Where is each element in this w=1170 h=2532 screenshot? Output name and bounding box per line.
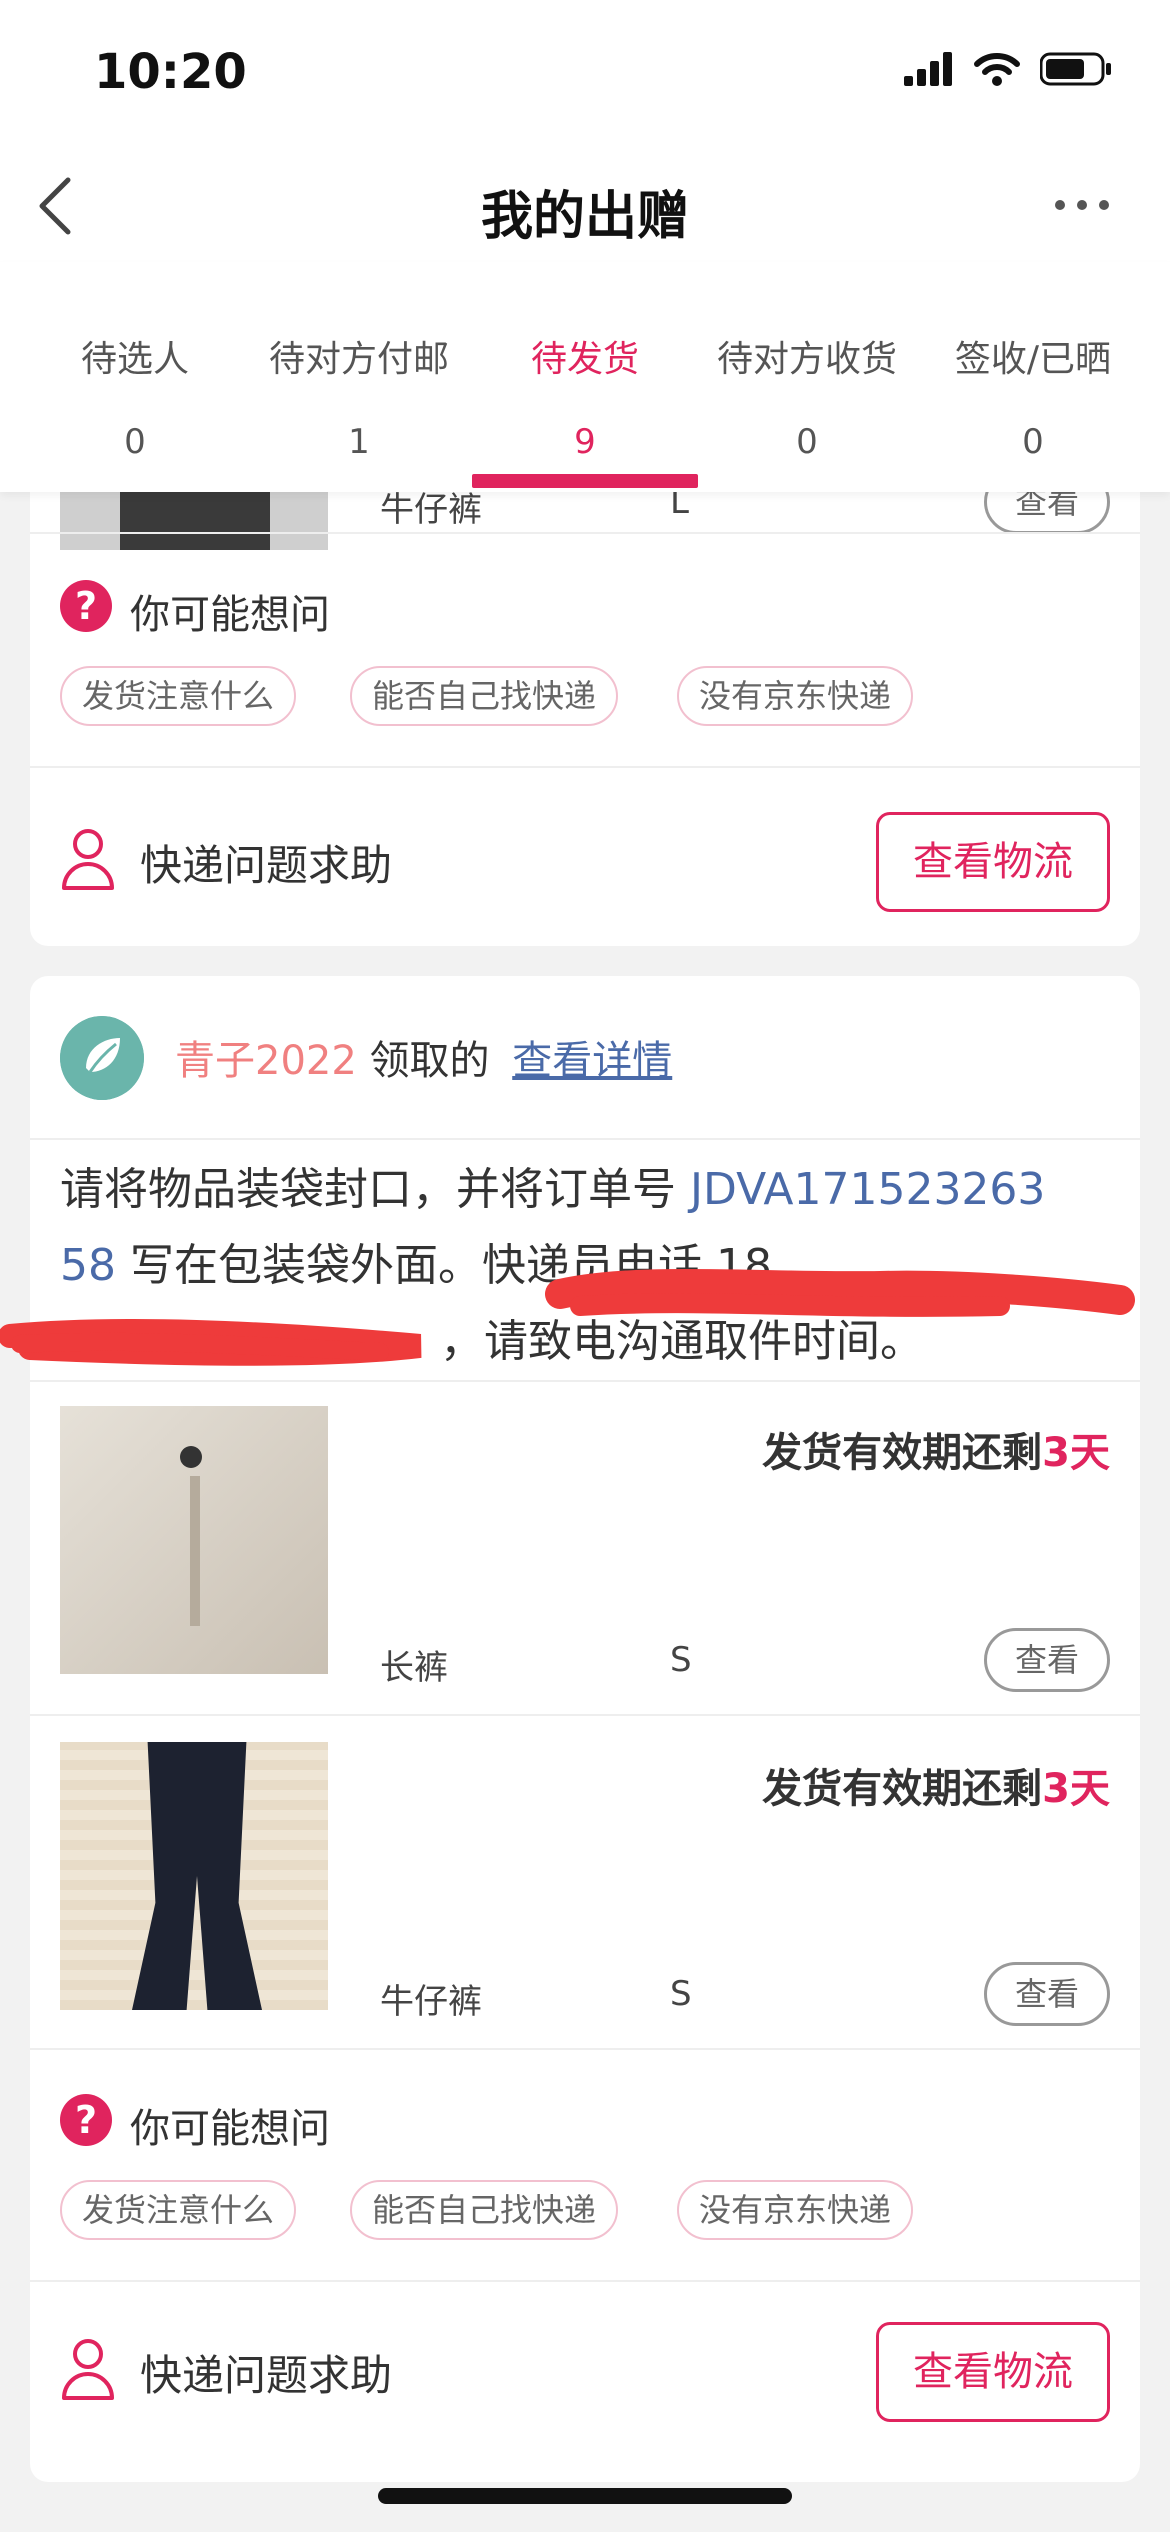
faq-chip[interactable]: 发货注意什么 [60,2180,297,2240]
shipping-instructions: 请将物品装袋封口，并将订单号 JDVA171523263 58 写在包装袋外面。快… [60,1152,1120,1380]
deadline-days: 3天 [1042,1430,1110,1476]
deadline-days: 3天 [1042,1766,1110,1812]
status-icons [904,52,1112,86]
avatar[interactable] [60,1016,144,1100]
item-photo [60,1406,328,1674]
faq-chip[interactable]: 没有京东快递 [677,2180,914,2240]
home-indicator[interactable] [378,2488,792,2504]
view-item-button[interactable]: 查看 [984,492,1110,534]
view-logistics-button[interactable]: 查看物流 [876,812,1110,912]
instruction-text: 写在包装袋外面。快递员电话 18 [116,1240,772,1291]
battery-icon [1040,52,1111,86]
tab-label: 待对方付邮 [268,339,449,380]
tab-pending-receipt[interactable]: 待对方收货 0 [690,330,924,462]
tab-count: 9 [574,422,596,462]
wifi-icon [974,53,1020,86]
tab-label: 签收/已晒 [954,339,1112,380]
instruction-text: 请将物品装袋封口，并将订单号 [60,1164,690,1215]
status-time: 10:20 [94,44,247,100]
item-name: 牛仔裤 [380,1982,482,2022]
faq-title: 你可能想问 [130,592,330,638]
divider [30,766,1140,768]
nav-bar: 我的出赠 [0,150,1170,262]
item-photo [60,492,328,550]
page-title: 我的出赠 [480,187,689,247]
status-bar: 10:20 [0,0,1170,150]
divider [30,1380,1140,1382]
faq-chip[interactable]: 能否自己找快递 [350,2180,619,2240]
tab-label: 待选人 [80,339,189,380]
item-size: S [670,1974,692,2014]
signal-icon [904,52,952,86]
faq-title: 你可能想问 [130,2106,330,2152]
order-card: 牛仔裤 L 查看 ? 你可能想问 发货注意什么 能否自己找快递 没有京东快递 快… [30,492,1140,946]
tab-pending-shipment[interactable]: 待发货 9 [468,330,702,462]
faq-chip[interactable]: 没有京东快递 [677,666,914,726]
shipping-deadline: 发货有效期还剩3天 [762,1756,1110,1814]
question-icon: ? [60,580,112,632]
item-size: L [670,492,689,522]
tab-pending-select[interactable]: 待选人 0 [18,330,252,462]
order-list[interactable]: 牛仔裤 L 查看 ? 你可能想问 发货注意什么 能否自己找快递 没有京东快递 快… [0,492,1170,2532]
view-logistics-button[interactable]: 查看物流 [876,2322,1110,2422]
divider [30,2048,1140,2050]
deadline-label: 发货有效期还剩 [762,1430,1043,1476]
tab-count: 1 [348,422,370,462]
divider [30,532,1140,534]
receiver-username[interactable]: 青子2022 [175,1038,357,1084]
view-details-link[interactable]: 查看详情 [512,1038,672,1084]
status-tabs: 待选人 0 待对方付邮 1 待发货 9 待对方收货 0 签收/已晒 0 [0,262,1170,492]
instruction-text: ，请致电沟通取件时间。 [440,1316,924,1367]
tab-pending-postage[interactable]: 待对方付邮 1 [242,330,476,462]
divider [30,1138,1140,1140]
item-name: 长裤 [380,1648,448,1688]
tab-count: 0 [1022,422,1044,462]
view-item-button[interactable]: 查看 [984,1628,1110,1692]
item-name: 牛仔裤 [380,492,482,530]
divider [30,2280,1140,2282]
faq-chip[interactable]: 发货注意什么 [60,666,297,726]
active-tab-indicator [472,474,698,488]
tab-label: 待对方收货 [716,339,897,380]
tab-count: 0 [796,422,818,462]
receiver-action: 领取的 [369,1038,490,1084]
user-icon [62,2339,114,2400]
tab-label: 待发货 [530,339,639,380]
user-icon [62,829,114,890]
item-photo [60,1742,328,2010]
order-number: 58 [60,1240,116,1291]
help-text: 快递问题求助 [140,841,393,890]
item-size: S [670,1640,692,1680]
order-card: 青子2022 领取的 查看详情 请将物品装袋封口，并将订单号 JDVA17152… [0,976,1140,2482]
faq-chip[interactable]: 能否自己找快递 [350,666,619,726]
more-options-icon[interactable] [1052,190,1112,220]
tab-signed-shared[interactable]: 签收/已晒 0 [916,330,1150,462]
question-icon: ? [60,2094,112,2146]
view-item-button[interactable]: 查看 [984,1962,1110,2026]
divider [30,1714,1140,1716]
deadline-label: 发货有效期还剩 [762,1766,1043,1812]
receiver-info: 青子2022 领取的 查看详情 [175,1028,672,1086]
order-number: JDVA171523263 [690,1164,1046,1215]
shipping-deadline: 发货有效期还剩3天 [762,1420,1110,1478]
help-text: 快递问题求助 [140,2351,393,2400]
tab-count: 0 [124,422,146,462]
